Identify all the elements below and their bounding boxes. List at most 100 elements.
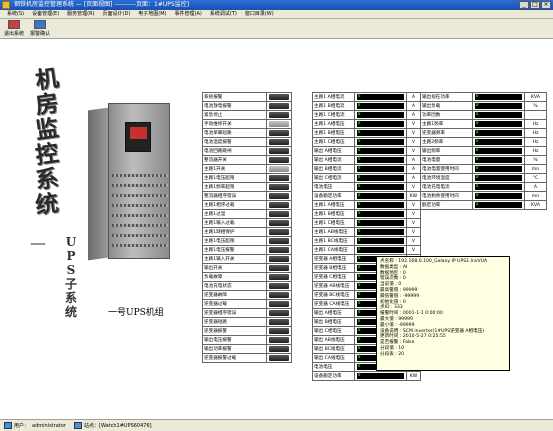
value-display[interactable]: 0	[357, 220, 404, 226]
menu-event[interactable]: 事件管理(A)	[172, 10, 205, 18]
status-lamp-icon[interactable]	[269, 283, 289, 289]
status-lamp-icon[interactable]	[269, 346, 289, 352]
status-row: 逆变器报警过载	[202, 353, 292, 363]
measurement-value-cell: 0	[354, 218, 407, 228]
value-display-2[interactable]: 0	[475, 94, 522, 100]
status-lamp-icon[interactable]	[269, 319, 289, 325]
measurement-unit: V	[406, 146, 421, 156]
tooltip-line: 分段表 : 20	[380, 351, 405, 357]
measurement-name-2: 额定功率	[420, 200, 473, 210]
value-display-2[interactable]: 0	[475, 202, 522, 208]
value-display-2[interactable]: 0	[475, 148, 522, 154]
measurement-value: 0	[358, 183, 361, 189]
status-label: 紧急停止	[202, 110, 267, 120]
alarm-confirm-button[interactable]: 报警确认	[28, 20, 52, 38]
value-display[interactable]: 0	[357, 211, 404, 217]
status-lamp-icon[interactable]	[269, 103, 289, 109]
status-lamp-icon[interactable]	[269, 112, 289, 118]
value-display[interactable]: 0	[357, 247, 404, 253]
value-display[interactable]: 0	[357, 94, 404, 100]
value-display-2[interactable]: 0	[475, 121, 522, 127]
menu-device[interactable]: 设备管理(E)	[29, 10, 62, 18]
user-name: administrator	[32, 423, 66, 429]
status-lamp-icon[interactable]	[269, 328, 289, 334]
status-lamp-icon[interactable]	[269, 256, 289, 262]
status-lamp-icon[interactable]	[269, 310, 289, 316]
status-lamp-icon[interactable]	[269, 274, 289, 280]
value-display[interactable]: 0	[357, 373, 404, 379]
value-display[interactable]: 0	[357, 175, 404, 181]
status-lamp-icon[interactable]	[269, 265, 289, 271]
status-lamp-icon[interactable]	[269, 238, 289, 244]
menu-window[interactable]: 窗口目录(W)	[242, 10, 277, 18]
menu-system[interactable]: 系统(S)	[4, 10, 27, 18]
status-lamp-icon[interactable]	[269, 211, 289, 217]
value-display-2[interactable]: 0	[475, 139, 522, 145]
exit-system-button[interactable]: 退出系统	[2, 20, 26, 38]
menu-service[interactable]: 服务管理(R)	[64, 10, 97, 18]
menu-map[interactable]: 电子地图(M)	[135, 10, 169, 18]
status-lamp-icon[interactable]	[269, 121, 289, 127]
status-lamp-icon[interactable]	[269, 247, 289, 253]
value-display[interactable]: 0	[357, 121, 404, 127]
status-lamp-icon[interactable]	[269, 166, 289, 172]
status-lamp-icon[interactable]	[269, 202, 289, 208]
status-lamp-icon[interactable]	[269, 94, 289, 100]
status-lamp-icon[interactable]	[269, 184, 289, 190]
value-display[interactable]: 0	[357, 202, 404, 208]
value-display[interactable]: 0	[357, 193, 404, 199]
value-display[interactable]: 0	[357, 112, 404, 118]
measurement-name: 主路1 B相电压	[312, 209, 355, 219]
status-lamp-icon[interactable]	[269, 157, 289, 163]
measurement-name-2: 输出视在功率	[420, 92, 473, 102]
measurement-value-2: 0	[476, 138, 479, 144]
status-row: 主路1电压报警	[202, 245, 292, 255]
measurement-value-cell: 0	[354, 245, 407, 255]
value-display-2[interactable]: 0	[475, 193, 522, 199]
menu-debug[interactable]: 系统调试(T)	[207, 10, 240, 18]
status-lamp-icon[interactable]	[269, 130, 289, 136]
status-lamp-icon[interactable]	[269, 337, 289, 343]
value-display-2[interactable]: 0	[475, 157, 522, 163]
value-display-2[interactable]: 0	[475, 175, 522, 181]
status-row: 输出功率报警	[202, 344, 292, 354]
measurement-name-2: 电池充电电流	[420, 182, 473, 192]
status-lamp-icon[interactable]	[269, 301, 289, 307]
status-lamp-icon[interactable]	[269, 193, 289, 199]
status-lamp-icon[interactable]	[269, 229, 289, 235]
measurement-unit-2: mn	[524, 164, 547, 174]
value-display[interactable]: 0	[357, 238, 404, 244]
value-display[interactable]: 0	[357, 229, 404, 235]
value-display-2[interactable]: 0	[475, 112, 522, 118]
status-lamp-icon[interactable]	[269, 292, 289, 298]
measurement-unit: A	[406, 110, 421, 120]
measurement-value: 0	[358, 237, 361, 243]
measurement-name: 主路1 C相电压	[312, 218, 355, 228]
status-indicator-cell	[266, 128, 292, 138]
measurement-row: 主路1 B相电压 0 V 逆变器频率 0 Hz	[312, 128, 547, 138]
value-display-2[interactable]: 0	[475, 130, 522, 136]
status-lamp-icon[interactable]	[269, 175, 289, 181]
measurement-value-2: 0	[476, 129, 479, 135]
status-lamp-icon[interactable]	[269, 355, 289, 361]
value-display-2[interactable]: 0	[475, 184, 522, 190]
status-label: 主路1输入过载	[202, 218, 267, 228]
status-lamp-icon[interactable]	[269, 139, 289, 145]
value-display[interactable]: 0	[357, 166, 404, 172]
maximize-button[interactable]: □	[530, 1, 540, 9]
minimize-button[interactable]: _	[519, 1, 529, 9]
value-display[interactable]: 0	[357, 148, 404, 154]
title-bar: 钢铁机房监控管理系统 — [页面视图] ----------页面：1#UPS监控…	[0, 0, 553, 10]
status-lamp-icon[interactable]	[269, 148, 289, 154]
menu-page-design[interactable]: 页面设计(D)	[100, 10, 134, 18]
value-display-2[interactable]: 0	[475, 103, 522, 109]
value-display[interactable]: 0	[357, 103, 404, 109]
value-display-2[interactable]: 0	[475, 166, 522, 172]
value-display[interactable]: 0	[357, 184, 404, 190]
status-indicator-cell	[266, 146, 292, 156]
value-display[interactable]: 0	[357, 130, 404, 136]
close-button[interactable]: ×	[541, 1, 551, 9]
value-display[interactable]: 0	[357, 139, 404, 145]
value-display[interactable]: 0	[357, 157, 404, 163]
status-lamp-icon[interactable]	[269, 220, 289, 226]
